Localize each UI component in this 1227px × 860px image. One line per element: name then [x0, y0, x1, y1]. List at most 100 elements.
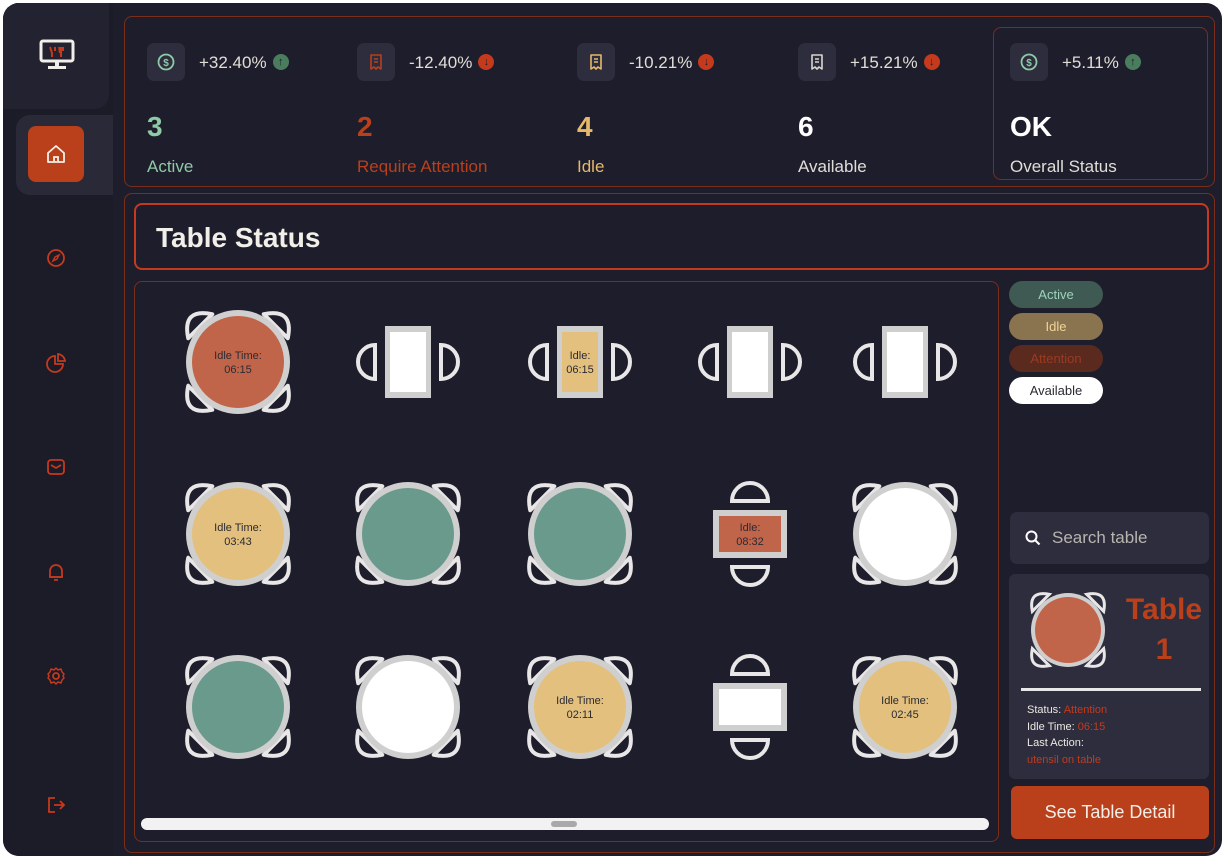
- arrow-up-icon: ↑: [272, 54, 289, 70]
- legend-idle: Idle: [1009, 313, 1103, 340]
- search-icon: [1025, 530, 1041, 546]
- page-title: Table Status: [156, 222, 321, 253]
- chair: [729, 654, 771, 676]
- table-4[interactable]: [698, 326, 802, 398]
- svg-text:$: $: [163, 58, 169, 69]
- mail-icon: [47, 459, 65, 475]
- stat-label: Overall Status: [1010, 157, 1117, 176]
- legend-active: Active: [1009, 281, 1103, 308]
- nav-settings-button[interactable]: [28, 648, 84, 704]
- table-13[interactable]: Idle Time: 02:11: [527, 655, 633, 759]
- nav-messages-button[interactable]: [28, 439, 84, 495]
- table-9[interactable]: Idle: 08:32: [713, 481, 787, 587]
- legend-attention: Attention: [1009, 345, 1103, 372]
- table-top: [719, 689, 781, 725]
- detail-info: Status: Attention Idle Time: 06:15 Last …: [1027, 702, 1107, 768]
- table-top: [859, 488, 951, 580]
- table-top: [192, 316, 284, 408]
- table-14[interactable]: [713, 654, 787, 760]
- stat-card-3: +15.21% ↓ 6 Available: [776, 43, 976, 176]
- chair: [781, 342, 802, 382]
- stat-value: 2: [357, 111, 373, 142]
- table-15[interactable]: Idle Time: 02:45: [852, 655, 958, 759]
- chair: [729, 565, 771, 587]
- status-value: Attention: [1063, 704, 1108, 716]
- stat-card-4: $ +5.11% ↑ OK Overall Status: [988, 43, 1188, 176]
- stat-change: -10.21% ↓: [629, 53, 715, 73]
- page-title-bar: Table Status: [134, 203, 1209, 270]
- stat-label: Require Attention: [357, 157, 488, 176]
- nav-compass-button[interactable]: [28, 230, 84, 286]
- arrow-down-icon: ↓: [478, 54, 495, 70]
- arrow-up-icon: ↑: [1124, 54, 1141, 70]
- stat-label: Active: [147, 157, 194, 176]
- table-top: [887, 332, 923, 392]
- search-box[interactable]: [1010, 512, 1209, 564]
- nav-logout-button[interactable]: [28, 777, 84, 833]
- chair: [439, 342, 460, 382]
- table-6[interactable]: Idle Time: 03:43: [185, 482, 291, 586]
- table-top: [534, 661, 626, 753]
- stat-label: Available: [798, 157, 867, 176]
- table-top: [562, 332, 598, 392]
- detail-divider: [1021, 688, 1201, 691]
- last-action-value: utensil on table: [1027, 753, 1101, 766]
- table-2[interactable]: [356, 326, 460, 398]
- dollar-icon: $: [1010, 43, 1048, 81]
- main-panel: Table Status Idle Time: 06:15 Idle: 06:15 Id…: [124, 193, 1215, 853]
- nav-notifications-button[interactable]: [28, 544, 84, 600]
- receipt-icon: [357, 43, 395, 81]
- settings-icon: [47, 667, 65, 685]
- legend-available: Available: [1009, 377, 1103, 404]
- detail-table-name: Table 1: [1125, 590, 1203, 670]
- idle-time-value: 06:15: [1077, 720, 1106, 733]
- chair: [729, 481, 771, 503]
- stat-value: 6: [798, 111, 814, 142]
- table-11[interactable]: [185, 655, 291, 759]
- compass-icon: [47, 249, 65, 267]
- chair: [936, 342, 957, 382]
- table-10[interactable]: [852, 482, 958, 586]
- chair: [356, 342, 377, 382]
- pie-chart-icon: [46, 352, 67, 373]
- selected-table-graphic: [1030, 592, 1106, 668]
- dollar-icon: $: [147, 43, 185, 81]
- horizontal-scrollbar[interactable]: [141, 818, 989, 830]
- table-8[interactable]: [527, 482, 633, 586]
- table-top: [390, 332, 426, 392]
- sidebar: [3, 3, 113, 856]
- scrollbar-thumb[interactable]: [551, 821, 577, 827]
- stat-label: Idle: [577, 157, 605, 176]
- stat-value: 3: [147, 111, 163, 142]
- last-action-label: Last Action:: [1027, 737, 1084, 749]
- status-label: Status:: [1027, 704, 1062, 716]
- table-3[interactable]: Idle: 06:15: [528, 326, 632, 398]
- stat-card-2: -10.21% ↓ 4 Idle: [555, 43, 755, 176]
- table-top: [859, 661, 951, 753]
- search-input[interactable]: [1052, 528, 1202, 548]
- app-frame: $ +32.40% ↑ 3 Active -12.40% ↓ 2 Require Attenti…: [3, 3, 1222, 856]
- stats-bar: $ +32.40% ↑ 3 Active -12.40% ↓ 2 Require Attenti…: [124, 16, 1215, 187]
- table-5[interactable]: [853, 326, 957, 398]
- table-12[interactable]: [355, 655, 461, 759]
- stat-card-1: -12.40% ↓ 2 Require Attention: [335, 43, 535, 176]
- table-7[interactable]: [355, 482, 461, 586]
- svg-text:$: $: [1026, 58, 1032, 69]
- nav-home-button[interactable]: [28, 126, 84, 182]
- detail-name-line1: Table: [1125, 593, 1203, 626]
- table-top: [732, 332, 768, 392]
- stat-card-0: $ +32.40% ↑ 3 Active: [125, 43, 325, 176]
- stat-change: +32.40% ↑: [199, 53, 289, 73]
- nav-analytics-button[interactable]: [28, 335, 84, 391]
- stat-change: +5.11% ↑: [1062, 53, 1141, 73]
- stat-value: 4: [577, 111, 593, 142]
- table-top: [192, 488, 284, 580]
- chair: [611, 342, 632, 382]
- bell-icon: [49, 564, 63, 581]
- arrow-down-icon: ↓: [698, 54, 715, 70]
- see-table-detail-button[interactable]: See Table Detail: [1011, 786, 1209, 839]
- pos-monitor-logo-icon: [39, 39, 75, 69]
- table-1[interactable]: Idle Time: 06:15: [185, 310, 291, 414]
- stat-change: +15.21% ↓: [850, 53, 940, 73]
- logout-icon: [48, 797, 66, 813]
